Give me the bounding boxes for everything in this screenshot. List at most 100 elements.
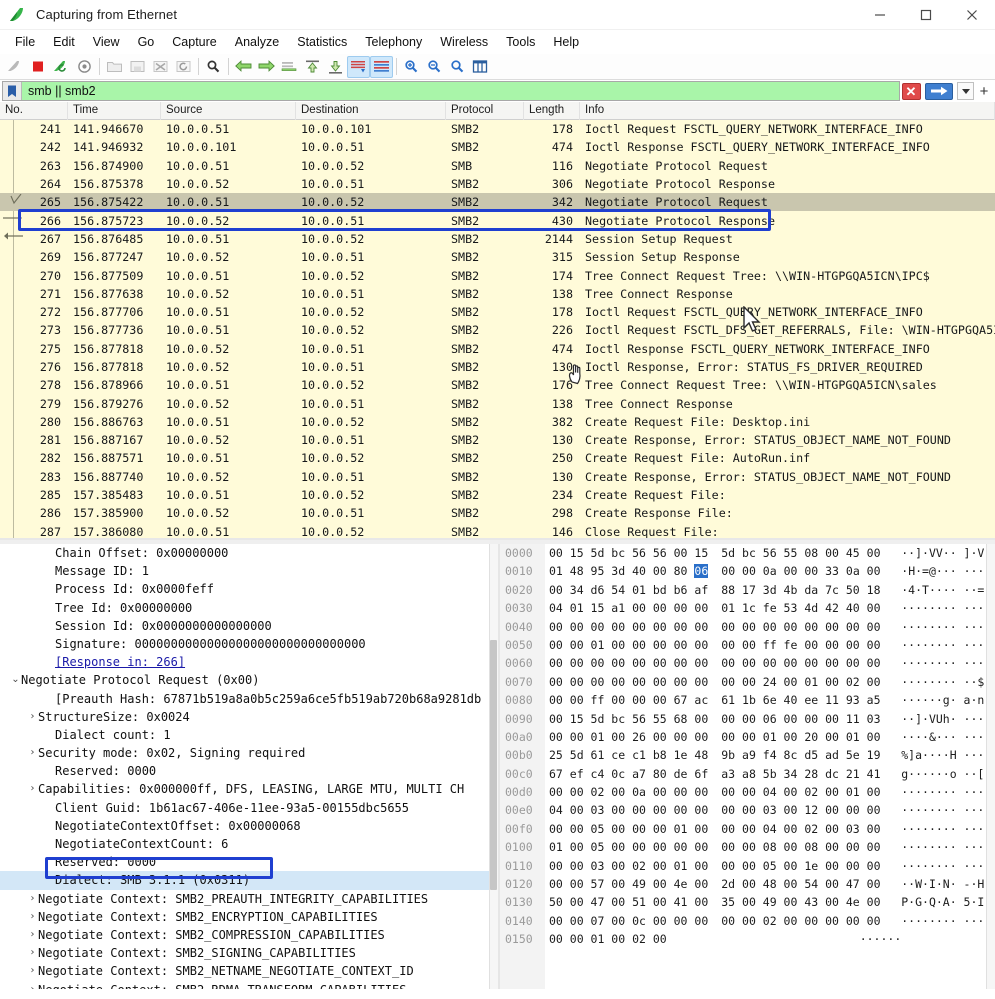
detail-tree-row[interactable]: ›Negotiate Context: SMB2_NETNAME_NEGOTIA… (0, 962, 498, 980)
minimize-button[interactable] (857, 0, 903, 30)
maximize-button[interactable] (903, 0, 949, 30)
chevron-right-icon[interactable]: › (27, 926, 38, 944)
hex-dump-row[interactable]: 009000 15 5d bc 56 55 68 0000 00 06 00 0… (500, 710, 995, 728)
packet-row[interactable]: 278156.87896610.0.0.5110.0.0.52SMB2176Tr… (0, 376, 995, 394)
chevron-right-icon[interactable]: › (27, 908, 38, 926)
reload-file-icon[interactable] (172, 56, 195, 78)
packet-row[interactable]: 279156.87927610.0.0.5210.0.0.51SMB2138Tr… (0, 394, 995, 412)
packet-row[interactable]: 241141.94667010.0.0.5110.0.0.101SMB2178I… (0, 120, 995, 138)
hex-dump-row[interactable]: 003004 01 15 a1 00 00 00 0001 1c fe 53 4… (500, 599, 995, 617)
menu-item-help[interactable]: Help (544, 32, 588, 52)
packet-row[interactable]: 266156.87572310.0.0.5210.0.0.51SMB2430Ne… (0, 211, 995, 229)
column-header-info[interactable]: Info (580, 102, 995, 120)
hex-dump-row[interactable]: 00e004 00 03 00 00 00 00 0000 00 03 00 1… (500, 801, 995, 819)
menu-item-go[interactable]: Go (129, 32, 164, 52)
save-file-icon[interactable] (126, 56, 149, 78)
zoom-reset-icon[interactable] (446, 56, 469, 78)
packet-row[interactable]: 264156.87537810.0.0.5210.0.0.51SMB2306Ne… (0, 175, 995, 193)
hex-dump-row[interactable]: 013050 00 47 00 51 00 41 0035 00 49 00 4… (500, 893, 995, 911)
column-header-time[interactable]: Time (68, 102, 161, 120)
hex-dump-row[interactable]: 00f000 00 05 00 00 00 01 0000 00 04 00 0… (500, 820, 995, 838)
packet-row[interactable]: 272156.87770610.0.0.5110.0.0.52SMB2178Io… (0, 303, 995, 321)
hex-dump-row[interactable]: 00a000 00 01 00 26 00 00 0000 00 01 00 2… (500, 728, 995, 746)
clear-filter-button[interactable]: ✕ (900, 81, 922, 101)
restart-capture-icon[interactable] (50, 56, 73, 78)
menu-item-view[interactable]: View (84, 32, 129, 52)
packet-row[interactable]: 286157.38590010.0.0.5210.0.0.51SMB2298Cr… (0, 504, 995, 522)
packet-row[interactable]: 265156.87542210.0.0.5110.0.0.52SMB2342Ne… (0, 193, 995, 211)
resize-columns-icon[interactable] (469, 56, 492, 78)
hex-dump-row[interactable]: 008000 00 ff 00 00 00 67 ac61 1b 6e 40 e… (500, 691, 995, 709)
packet-row[interactable]: 282156.88757110.0.0.5110.0.0.52SMB2250Cr… (0, 449, 995, 467)
packet-row[interactable]: 283156.88774010.0.0.5210.0.0.51SMB2130Cr… (0, 468, 995, 486)
close-button[interactable] (949, 0, 995, 30)
packet-row[interactable]: 285157.38548310.0.0.5110.0.0.52SMB2234Cr… (0, 486, 995, 504)
packet-row[interactable]: 242141.94693210.0.0.10110.0.0.51SMB2474I… (0, 138, 995, 156)
chevron-right-icon[interactable]: › (27, 962, 38, 980)
detail-tree-row[interactable]: Reserved: 0000 (0, 853, 498, 871)
hex-dump-row[interactable]: 001001 48 95 3d 40 00 80 0600 00 0a 00 0… (500, 562, 995, 580)
hex-scrollbar[interactable] (986, 544, 995, 989)
packet-row[interactable]: 267156.87648510.0.0.5110.0.0.52SMB22144S… (0, 230, 995, 248)
packet-row[interactable]: 276156.87781810.0.0.5210.0.0.51SMB2130Io… (0, 358, 995, 376)
hex-dump-row[interactable]: 014000 00 07 00 0c 00 00 0000 00 02 00 0… (500, 912, 995, 930)
chevron-right-icon[interactable]: › (27, 780, 38, 798)
go-to-last-packet-icon[interactable] (324, 56, 347, 78)
close-file-icon[interactable] (149, 56, 172, 78)
column-header-proto[interactable]: Protocol (446, 102, 524, 120)
add-filter-button[interactable]: + (975, 81, 993, 101)
detail-tree-row[interactable]: Dialect count: 1 (0, 726, 498, 744)
go-to-packet-icon[interactable] (278, 56, 301, 78)
hex-dump-row[interactable]: 015000 00 01 00 02 00······ (500, 930, 995, 948)
hex-dump-row[interactable]: 00c067 ef c4 0c a7 80 de 6fa3 a8 5b 34 2… (500, 765, 995, 783)
packet-row[interactable]: 269156.87724710.0.0.5210.0.0.51SMB2315Se… (0, 248, 995, 266)
detail-tree-row[interactable]: ›Negotiate Context: SMB2_RDMA_TRANSFORM_… (0, 981, 498, 990)
detail-tree-row[interactable]: Chain Offset: 0x00000000 (0, 544, 498, 562)
hex-dump-row[interactable]: 007000 00 00 00 00 00 00 0000 00 24 00 0… (500, 673, 995, 691)
detail-tree-row[interactable]: Reserved: 0000 (0, 762, 498, 780)
menu-item-telephony[interactable]: Telephony (356, 32, 431, 52)
hex-dump-row[interactable]: 000000 15 5d bc 56 56 00 155d bc 56 55 0… (500, 544, 995, 562)
packet-list-header[interactable]: No.TimeSourceDestinationProtocolLengthIn… (0, 102, 995, 120)
zoom-in-icon[interactable] (400, 56, 423, 78)
detail-tree-row[interactable]: Session Id: 0x0000000000000000 (0, 617, 498, 635)
chevron-down-icon[interactable]: ⌄ (10, 671, 21, 689)
capture-options-icon[interactable] (73, 56, 96, 78)
column-header-dst[interactable]: Destination (296, 102, 446, 120)
chevron-right-icon[interactable]: › (27, 981, 38, 990)
detail-scrollbar-thumb[interactable] (490, 640, 497, 890)
packet-row[interactable]: 271156.87763810.0.0.5210.0.0.51SMB2138Tr… (0, 285, 995, 303)
go-forward-icon[interactable] (255, 56, 278, 78)
hex-dump-row[interactable]: 011000 00 03 00 02 00 01 0000 00 05 00 1… (500, 857, 995, 875)
packet-detail-pane[interactable]: Chain Offset: 0x00000000Message ID: 1Pro… (0, 544, 500, 989)
detail-tree-row[interactable]: Process Id: 0x0000feff (0, 580, 498, 598)
menu-item-analyze[interactable]: Analyze (226, 32, 288, 52)
hex-dump-row[interactable]: 00d000 00 02 00 0a 00 00 0000 00 04 00 0… (500, 783, 995, 801)
column-header-len[interactable]: Length (524, 102, 580, 120)
detail-tree-row[interactable]: NegotiateContextCount: 6 (0, 835, 498, 853)
detail-tree-row[interactable]: Tree Id: 0x00000000 (0, 599, 498, 617)
find-packet-icon[interactable] (202, 56, 225, 78)
hex-dump-row[interactable]: 005000 00 01 00 00 00 00 0000 00 ff fe 0… (500, 636, 995, 654)
filter-history-dropdown[interactable] (954, 81, 975, 101)
hex-dump-row[interactable]: 00b025 5d 61 ce c1 b8 1e 489b a9 f4 8c d… (500, 746, 995, 764)
detail-tree-row[interactable]: Signature: 00000000000000000000000000000… (0, 635, 498, 653)
detail-tree-row[interactable]: ›Negotiate Context: SMB2_PREAUTH_INTEGRI… (0, 890, 498, 908)
start-capture-icon[interactable] (4, 56, 27, 78)
packet-row[interactable]: 287157.38608010.0.0.5110.0.0.52SMB2146Cl… (0, 523, 995, 540)
column-header-no[interactable]: No. (0, 102, 68, 120)
detail-tree-row[interactable]: [Response in: 266] (0, 653, 498, 671)
detail-tree-row[interactable]: ›Security mode: 0x02, Signing required (0, 744, 498, 762)
packet-row[interactable]: 273156.87773610.0.0.5110.0.0.52SMB2226Io… (0, 321, 995, 339)
chevron-right-icon[interactable]: › (27, 744, 38, 762)
go-back-icon[interactable] (232, 56, 255, 78)
hex-dump-row[interactable]: 004000 00 00 00 00 00 00 0000 00 00 00 0… (500, 618, 995, 636)
menu-item-tools[interactable]: Tools (497, 32, 544, 52)
go-to-first-packet-icon[interactable] (301, 56, 324, 78)
chevron-right-icon[interactable]: › (27, 944, 38, 962)
zoom-out-icon[interactable] (423, 56, 446, 78)
packet-list-rows[interactable]: 241141.94667010.0.0.5110.0.0.101SMB2178I… (0, 120, 995, 540)
menu-item-statistics[interactable]: Statistics (288, 32, 356, 52)
detail-tree-row[interactable]: [Preauth Hash: 67871b519a8a0b5c259a6ce5f… (0, 690, 498, 708)
menu-item-file[interactable]: File (6, 32, 44, 52)
